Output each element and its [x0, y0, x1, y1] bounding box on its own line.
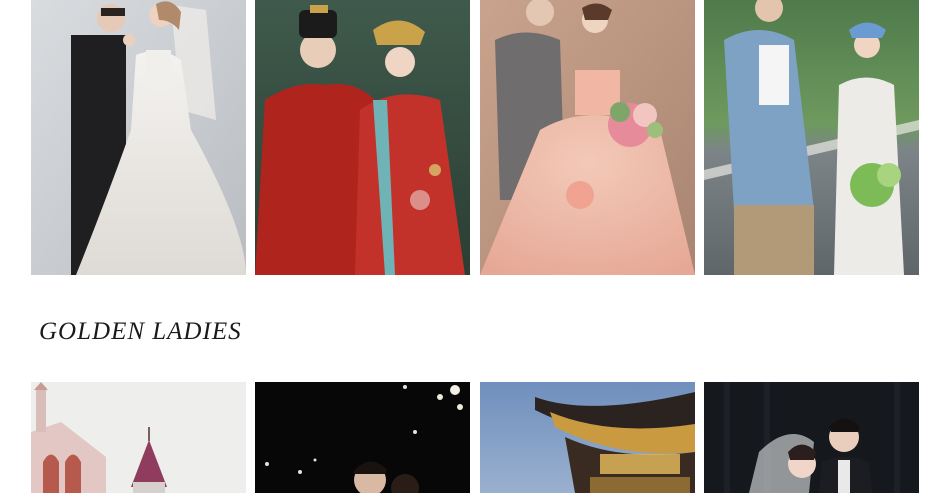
gallery-photo-castle[interactable]: [31, 382, 246, 493]
section-title-golden-ladies: GOLDEN LADIES: [39, 318, 242, 345]
gallery-photo-night-blossom[interactable]: [255, 382, 470, 493]
photo-image: [480, 0, 695, 275]
photo-image: [31, 382, 246, 493]
photo-image: [255, 0, 470, 275]
photo-image: [704, 382, 919, 493]
photo-image: [255, 382, 470, 493]
gallery-photo-casual-road[interactable]: [704, 0, 919, 275]
gallery-photo-red-traditional[interactable]: [255, 0, 470, 275]
photo-image: [704, 0, 919, 275]
photo-image: [480, 382, 695, 493]
gallery-photo-golden-pavilion[interactable]: [480, 382, 695, 493]
gallery-photo-studio-veil[interactable]: [704, 382, 919, 493]
gallery-photo-pink-ballgown[interactable]: [480, 0, 695, 275]
gallery-photo-white-wedding[interactable]: [31, 0, 246, 275]
photo-image: [31, 0, 246, 275]
